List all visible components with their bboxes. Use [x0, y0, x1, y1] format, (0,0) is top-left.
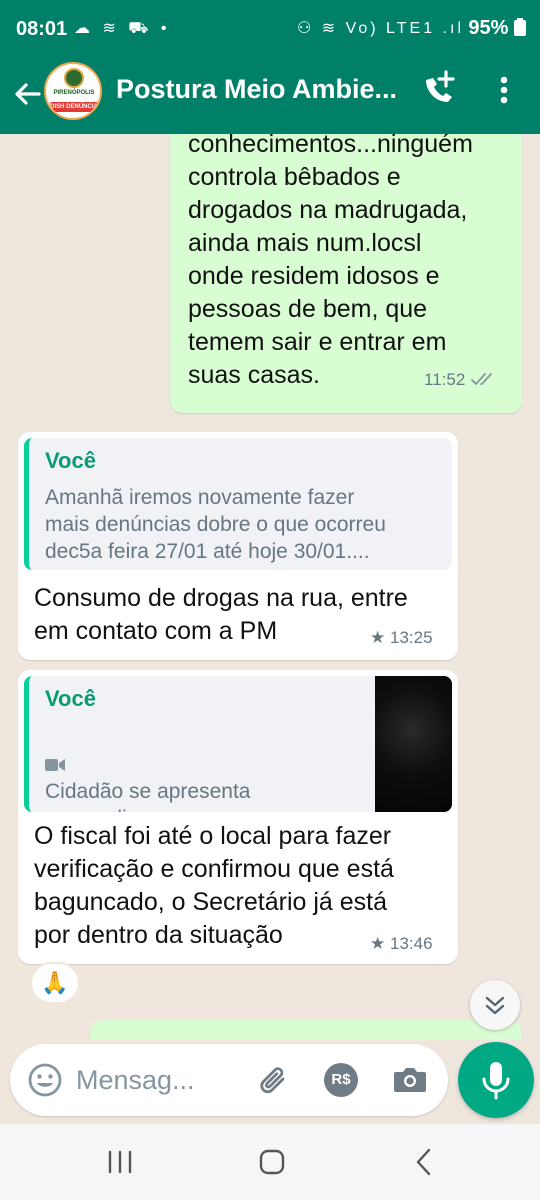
incoming-message[interactable]: Você Amanhã iremos novamente fazer mais …	[18, 432, 458, 660]
quote-author: Você	[45, 686, 96, 711]
paperclip-icon	[260, 1067, 285, 1094]
phone-plus-icon	[426, 70, 455, 102]
message-text: O fiscal foi até o local para fazer veri…	[34, 822, 394, 949]
battery-level: 95%	[468, 17, 526, 40]
battery-percent: 95%	[468, 17, 509, 39]
home-icon	[259, 1149, 285, 1175]
message-time: 13:46	[389, 934, 433, 953]
star-icon: ★	[370, 628, 386, 647]
recent-apps-button[interactable]	[100, 1142, 140, 1182]
emoji-icon	[28, 1063, 62, 1097]
message-input[interactable]	[76, 1056, 246, 1104]
signal-icons: ⚇ ≋ Vo) LTE1 .ıl	[296, 20, 464, 37]
status-bar: 08:01 ☁ ≋ ⛟ • ⚇ ≋ Vo) LTE1 .ıl 95%	[0, 0, 540, 60]
incoming-message[interactable]: Você Cidadão se apresenta pra medir o so…	[18, 670, 458, 964]
notification-icons: ☁ ≋ ⛟ •	[74, 20, 171, 37]
message-composer: R$	[10, 1044, 448, 1116]
avatar-badge-text: DISH DENÚNCIA	[50, 102, 98, 112]
quote-text: Amanhã iremos novamente fazer mais denún…	[45, 486, 386, 563]
message-text: conhecimentos...ninguém controla bêbados…	[188, 134, 473, 389]
camera-icon	[394, 1068, 426, 1092]
more-options-button[interactable]	[490, 68, 518, 112]
back-button[interactable]	[10, 72, 44, 116]
quote-author: Você	[45, 448, 96, 473]
chevron-left-icon	[416, 1148, 431, 1176]
chat-header: PIRENÓPOLIS DISH DENÚNCIA Postura Meio A…	[0, 60, 540, 134]
contact-avatar[interactable]: PIRENÓPOLIS DISH DENÚNCIA	[44, 62, 102, 120]
crest-icon	[64, 68, 84, 88]
message-time: 13:25	[389, 628, 433, 647]
quote-text-content: Cidadão se apresenta pra medir o som, ma…	[45, 780, 251, 812]
recent-apps-icon	[108, 1150, 132, 1174]
outgoing-message[interactable]: conhecimentos...ninguém controla bêbados…	[170, 134, 522, 413]
double-chevron-down-icon	[485, 996, 505, 1015]
system-navigation-bar	[0, 1124, 540, 1200]
video-thumbnail[interactable]	[375, 676, 452, 812]
message-reaction[interactable]: 🙏	[30, 962, 80, 1004]
outgoing-message-partial[interactable]	[90, 1020, 522, 1040]
quote-text: Cidadão se apresenta pra medir o som, ma…	[45, 724, 375, 812]
emoji-button[interactable]	[26, 1061, 64, 1099]
star-icon: ★	[370, 934, 386, 953]
scroll-to-bottom-button[interactable]	[470, 980, 520, 1030]
voice-message-button[interactable]	[458, 1042, 534, 1118]
avatar-city-text: PIRENÓPOLIS	[53, 90, 95, 96]
contact-name[interactable]: Postura Meio Ambie...	[116, 74, 406, 105]
message-meta: 11:52	[424, 370, 498, 390]
message-time: 11:52	[424, 370, 466, 389]
microphone-icon	[482, 1062, 510, 1100]
more-vert-icon	[500, 76, 508, 104]
status-time: 08:01	[16, 18, 68, 40]
message-meta: ★ 13:46	[370, 934, 433, 954]
quoted-message[interactable]: Você Cidadão se apresenta pra medir o so…	[24, 676, 452, 812]
back-arrow-icon	[15, 83, 41, 105]
attach-button[interactable]	[254, 1060, 294, 1100]
add-call-button[interactable]	[418, 68, 458, 112]
message-meta: ★ 13:25	[370, 628, 433, 648]
payment-button[interactable]: R$	[324, 1063, 358, 1097]
system-back-button[interactable]	[404, 1142, 444, 1182]
battery-icon	[514, 18, 526, 36]
camera-button[interactable]	[390, 1060, 430, 1100]
double-check-icon	[471, 373, 492, 386]
chat-area[interactable]: conhecimentos...ninguém controla bêbados…	[0, 134, 540, 1040]
video-camera-icon	[45, 759, 65, 771]
quoted-message[interactable]: Você Amanhã iremos novamente fazer mais …	[24, 438, 452, 570]
home-button[interactable]	[252, 1142, 292, 1182]
